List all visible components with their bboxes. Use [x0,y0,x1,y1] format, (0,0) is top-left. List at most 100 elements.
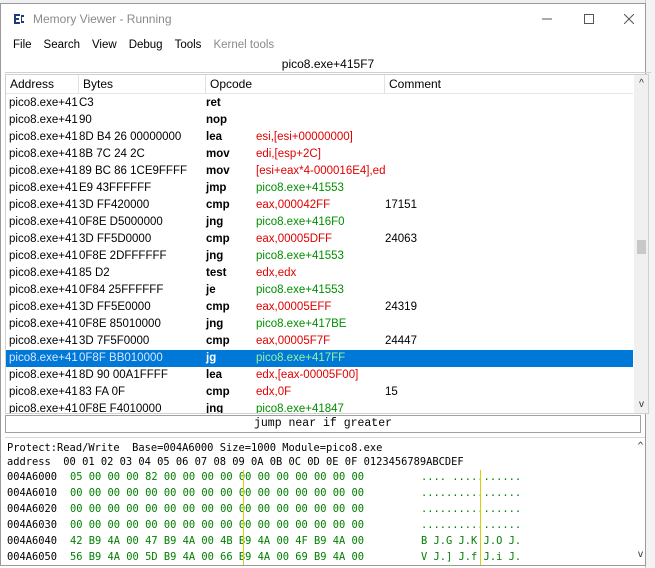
row-bytes: 83 FA 0F [79,386,126,398]
row-operand: pico8.exe+417BE [256,318,347,330]
hex-row[interactable]: 004A6010 00 00 00 00 00 00 00 00 00 00 00… [7,486,627,500]
menu-view[interactable]: View [86,36,123,54]
row-address: pico8.exe+41 [9,335,78,347]
disassembly-row[interactable]: pico8.exe+41 0F84 25FFFFFF je pico8.exe+415… [6,282,633,299]
row-comment: 24063 [385,233,417,245]
row-operand: pico8.exe+41553 [256,182,344,194]
disassembly-row[interactable]: pico8.exe+41 8B 7C 24 2C mov edi,[esp+2C] [6,146,633,163]
column-header-opcode[interactable]: Opcode [206,75,385,94]
column-header-address[interactable]: Address [6,75,79,94]
hex-row[interactable]: 004A6000 05 00 00 00 82 00 00 00 00 00 00… [7,470,627,484]
maximize-icon [584,14,594,24]
row-opcode: je [206,284,216,296]
row-opcode: jng [206,318,224,330]
minimize-icon [542,18,552,20]
hex-row-ascii: ................ [421,519,522,531]
row-opcode: cmp [206,301,230,313]
hex-row[interactable]: 004A6020 00 00 00 00 00 00 00 00 00 00 00… [7,502,627,516]
row-bytes: E9 43FFFFFF [79,182,152,194]
hex-scroll-down-icon[interactable]: v [633,546,645,563]
disassembly-row[interactable]: pico8.exe+41 3D FF5E0000 cmp eax,00005EFF 24… [6,299,633,316]
row-address: pico8.exe+41 [9,386,78,398]
column-header-bytes[interactable]: Bytes [79,75,206,94]
row-address: pico8.exe+41 [9,148,78,160]
row-opcode: ret [206,97,221,109]
menu-search[interactable]: Search [38,36,86,54]
disassembly-row[interactable]: pico8.exe+41 3D 7F5F0000 cmp eax,00005F7F 24… [6,333,633,350]
row-opcode: cmp [206,199,230,211]
ascii-cursor-marker [480,470,481,565]
row-bytes: 3D FF420000 [79,199,150,211]
hex-row[interactable]: 004A6030 00 00 00 00 00 00 00 00 00 00 00… [7,518,627,532]
disassembly-row[interactable]: pico8.exe+41 8D 90 00A1FFFF lea edx,[eax-00… [6,367,633,384]
scroll-down-icon[interactable]: v [634,396,648,413]
cheat-engine-icon [14,14,24,24]
close-icon [624,14,634,24]
menu-kernel-tools[interactable]: Kernel tools [207,36,280,54]
disassembly-row[interactable]: pico8.exe+41 0F8E 85010000 jng pico8.exe+41… [6,316,633,333]
row-bytes: 3D FF5D0000 [79,233,152,245]
hex-row[interactable]: 004A6040 42 B9 4A 00 47 B9 4A 00 4B B9 4A… [7,534,627,548]
disassembly-row[interactable]: pico8.exe+41 3D FF5D0000 cmp eax,00005DFF 24… [6,231,633,248]
row-operand: eax,00005EFF [256,301,332,313]
disassembler-view[interactable]: Address Bytes Opcode Comment pico8.exe+4… [5,74,649,414]
hex-cursor-marker [243,470,244,565]
scroll-up-icon[interactable]: ^ [634,75,648,92]
row-bytes: 8D B4 26 00000000 [79,131,182,143]
menu-tools[interactable]: Tools [169,36,208,54]
hex-row-address: 004A6020 [7,503,58,515]
row-comment: 24319 [385,301,417,313]
hex-row[interactable]: 004A6050 56 B9 4A 00 5D B9 4A 00 66 B9 4A… [7,550,627,564]
row-operand: edx,0F [256,386,292,398]
disassembly-row[interactable]: pico8.exe+41 85 D2 test edx,edx [6,265,633,282]
disassembler-address-bar[interactable]: pico8.exe+415F7 [5,56,651,73]
row-operand: edx,edx [256,267,297,279]
disassembly-row[interactable]: pico8.exe+41 0F8E 2DFFFFFF jng pico8.exe+41… [6,248,633,265]
row-address: pico8.exe+41 [9,216,78,228]
hex-row-address: 004A6010 [7,487,58,499]
window-title: Memory Viewer - Running [33,12,172,26]
row-bytes: 0F8E F4010000 [79,403,162,414]
row-opcode: jg [206,352,217,364]
row-comment: 17151 [385,199,417,211]
disassembly-row[interactable]: pico8.exe+41 E9 43FFFFFF jmp pico8.exe+4155… [6,180,633,197]
disassembly-row[interactable]: pico8.exe+41 0F8F BB010000 jg pico8.exe+417… [6,350,633,367]
row-bytes: 0F8E 2DFFFFFF [79,250,167,262]
hex-row-ascii: .... ........... [421,471,522,483]
hex-row-ascii: B J.G J.K J.O J. [421,535,522,547]
row-bytes: C3 [79,97,94,109]
hex-scroll-up-icon[interactable]: ^ [633,438,645,455]
row-comment: 24447 [385,335,417,347]
disassembly-row[interactable]: pico8.exe+41 90 nop [6,112,633,129]
row-address: pico8.exe+41 [9,182,78,194]
row-address: pico8.exe+41 [9,267,78,279]
hex-scrollbar[interactable]: ^ v [633,438,645,565]
column-header-comment[interactable]: Comment [385,75,633,94]
row-operand: pico8.exe+417FF [256,352,346,364]
disassembly-row[interactable]: pico8.exe+41 3D FF420000 cmp eax,000042FF 17… [6,197,633,214]
close-button[interactable] [607,4,651,34]
row-operand: pico8.exe+41553 [256,284,344,296]
menu-file[interactable]: File [7,36,38,54]
hex-row-bytes: 05 00 00 00 82 00 00 00 00 00 00 00 00 0… [70,471,365,483]
hex-row-address: 004A6000 [7,471,58,483]
row-operand: pico8.exe+41847 [256,403,344,414]
minimize-button[interactable] [525,4,569,34]
hex-row-address: 004A6030 [7,519,58,531]
hex-row-ascii: ................ [421,487,522,499]
scrollbar-thumb[interactable] [637,240,646,254]
disassembly-row[interactable]: pico8.exe+41 0F8E F4010000 jng pico8.exe+41… [6,401,633,414]
row-opcode: jng [206,403,224,414]
title-bar[interactable]: Memory Viewer - Running [1,4,645,34]
disassembly-row[interactable]: pico8.exe+41 83 FA 0F cmp edx,0F 15 [6,384,633,401]
disassembly-row[interactable]: pico8.exe+41 0F8E D5000000 jng pico8.exe+41… [6,214,633,231]
menu-debug[interactable]: Debug [123,36,169,54]
disassembly-row[interactable]: pico8.exe+41 8D B4 26 00000000 lea esi,[esi… [6,129,633,146]
disassembly-row[interactable]: pico8.exe+41 89 BC 86 1CE9FFFF mov [esi+eax… [6,163,633,180]
disassembly-row[interactable]: pico8.exe+41 C3 ret [6,95,633,112]
row-opcode: test [206,267,227,279]
hex-view[interactable]: Protect:Read/Write Base=004A6000 Size=10… [5,437,645,565]
instruction-description: jump near if greater [5,415,641,433]
disassembler-scrollbar[interactable]: ^ v [634,75,648,413]
maximize-button[interactable] [567,4,611,34]
